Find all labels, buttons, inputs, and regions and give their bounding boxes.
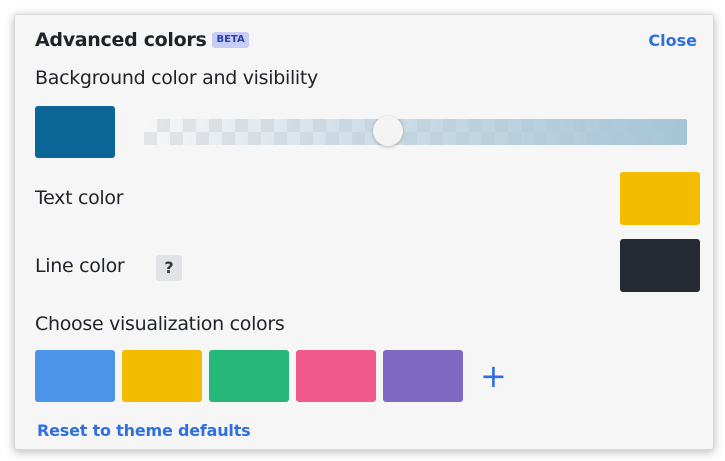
panel-header: Advanced colors BETA xyxy=(35,29,249,51)
visualization-colors-label: Choose visualization colors xyxy=(35,313,285,335)
add-color-icon[interactable]: + xyxy=(480,356,507,396)
slider-thumb[interactable] xyxy=(373,116,404,146)
text-color-swatch[interactable] xyxy=(620,172,700,225)
line-color-swatch[interactable] xyxy=(620,239,700,292)
background-visibility-slider[interactable] xyxy=(144,116,687,146)
panel-title: Advanced colors xyxy=(35,29,207,51)
background-color-swatch[interactable] xyxy=(35,106,115,158)
text-color-label: Text color xyxy=(35,187,124,209)
background-color-label: Background color and visibility xyxy=(35,67,318,89)
visualization-color-swatch[interactable] xyxy=(209,350,289,402)
visualization-color-swatch[interactable] xyxy=(296,350,376,402)
reset-to-theme-defaults-link[interactable]: Reset to theme defaults xyxy=(37,421,251,440)
advanced-colors-panel: Advanced colors BETA Close Background co… xyxy=(14,14,714,450)
visualization-color-swatch[interactable] xyxy=(35,350,115,402)
visualization-color-swatch[interactable] xyxy=(383,350,463,402)
visualization-colors-row: + xyxy=(35,350,507,402)
beta-badge: BETA xyxy=(212,32,249,48)
line-color-help-icon[interactable]: ? xyxy=(156,255,182,281)
line-color-label: Line color xyxy=(35,255,125,277)
visualization-color-swatch[interactable] xyxy=(122,350,202,402)
close-button[interactable]: Close xyxy=(648,31,697,50)
